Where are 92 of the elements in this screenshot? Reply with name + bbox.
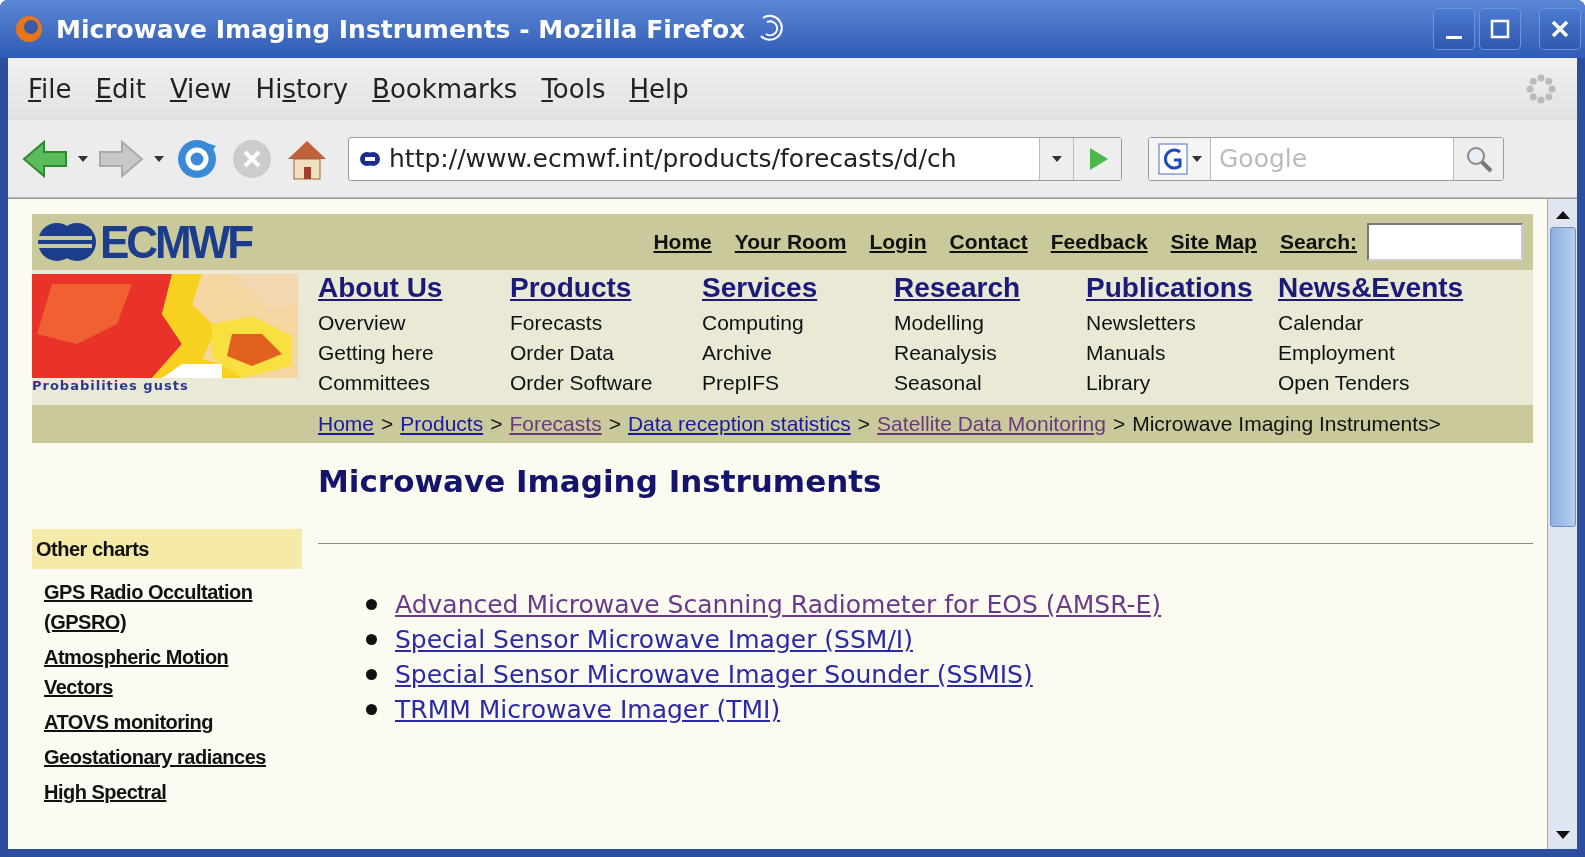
site-search-field[interactable] bbox=[1367, 223, 1523, 261]
breadcrumb-separator: > bbox=[490, 412, 503, 436]
breadcrumb-link[interactable]: Satellite Data Monitoring bbox=[877, 412, 1106, 436]
nav-heading-link[interactable]: About Us bbox=[318, 272, 510, 304]
top-link[interactable]: Home bbox=[653, 230, 712, 254]
site-icon bbox=[359, 150, 381, 167]
google-g-icon bbox=[1157, 142, 1188, 175]
nav-link[interactable]: Seasonal bbox=[894, 368, 1086, 398]
nav-link[interactable]: Overview bbox=[318, 308, 510, 338]
caret-icon[interactable] bbox=[1191, 154, 1202, 163]
breadcrumb-link[interactable]: Products bbox=[400, 412, 484, 436]
scroll-thumb[interactable] bbox=[1549, 227, 1576, 527]
maximize-button[interactable] bbox=[1479, 8, 1521, 50]
nav-link[interactable]: Computing bbox=[702, 308, 894, 338]
sidebar-link[interactable]: Atmospheric Motion Vectors bbox=[44, 642, 282, 702]
top-link[interactable]: Feedback bbox=[1050, 230, 1148, 254]
url-field[interactable]: http://www.ecmwf.int/products/forecasts/d/ch bbox=[348, 136, 1122, 181]
nav-link[interactable]: Order Software bbox=[510, 368, 702, 398]
window-title: Microwave Imaging Instruments - Mozilla Firefox bbox=[56, 14, 746, 44]
close-icon bbox=[1550, 19, 1570, 39]
instrument-link[interactable]: Special Sensor Microwave Imager (SSM/I) bbox=[395, 625, 913, 654]
caret-icon[interactable] bbox=[78, 154, 88, 163]
firefox-icon bbox=[14, 14, 44, 44]
menu-item[interactable]: Bookmarks bbox=[372, 74, 518, 104]
nav-link[interactable]: Order Data bbox=[510, 338, 702, 368]
breadcrumb-link[interactable]: Home bbox=[318, 412, 375, 436]
search-field[interactable]: Google bbox=[1211, 143, 1453, 174]
scrollbar[interactable] bbox=[1547, 199, 1577, 849]
nav-link[interactable]: Manuals bbox=[1086, 338, 1278, 368]
caret-icon[interactable] bbox=[154, 154, 164, 163]
nav-link[interactable]: Reanalysis bbox=[894, 338, 1086, 368]
bullet-icon bbox=[366, 704, 377, 715]
nav-link[interactable]: Getting here bbox=[318, 338, 510, 368]
menu-item[interactable]: History bbox=[255, 74, 349, 104]
instrument-link[interactable]: TRMM Microwave Imager (TMI) bbox=[395, 695, 781, 724]
logo-mark-icon bbox=[36, 221, 98, 263]
back-arrow-icon[interactable] bbox=[22, 138, 68, 179]
sidebar-link[interactable]: GPS Radio Occultation (GPSRO) bbox=[44, 577, 282, 637]
breadcrumb-separator: > bbox=[381, 412, 394, 436]
nav-link[interactable]: Calendar bbox=[1278, 308, 1470, 338]
top-link[interactable]: Contact bbox=[949, 230, 1028, 254]
instrument-link[interactable]: Special Sensor Microwave Imager Sounder (SSMIS) bbox=[395, 660, 1033, 689]
nav-link[interactable]: Forecasts bbox=[510, 308, 702, 338]
nav-link[interactable]: Open Tenders bbox=[1278, 368, 1470, 398]
menu-item[interactable]: Help bbox=[629, 74, 689, 104]
minimize-button[interactable] bbox=[1433, 8, 1475, 50]
top-link[interactable]: Login bbox=[869, 230, 927, 254]
search-engine-button[interactable] bbox=[1149, 137, 1211, 180]
breadcrumb-link[interactable]: Data reception statistics bbox=[627, 412, 851, 436]
nav-link[interactable]: Committees bbox=[318, 368, 510, 398]
search-box[interactable]: Google bbox=[1148, 136, 1504, 181]
nav-link[interactable]: Modelling bbox=[894, 308, 1086, 338]
nav-heading-link[interactable]: Services bbox=[702, 272, 894, 304]
search-label: Search: bbox=[1279, 230, 1357, 254]
nav-link[interactable]: Newsletters bbox=[1086, 308, 1278, 338]
page-heading: Microwave Imaging Instruments bbox=[318, 463, 883, 499]
nav-heading-link[interactable]: Research bbox=[894, 272, 1086, 304]
bullet-icon bbox=[366, 669, 377, 680]
sidebar-link[interactable]: ATOVS monitoring bbox=[44, 707, 282, 737]
minimize-icon bbox=[1446, 35, 1462, 39]
nav-link[interactable]: Library bbox=[1086, 368, 1278, 398]
menu-item[interactable]: View bbox=[169, 74, 232, 104]
search-button[interactable] bbox=[1453, 137, 1503, 180]
sidebar-link[interactable]: Geostationary radiances bbox=[44, 742, 282, 772]
throbber-icon bbox=[1525, 73, 1557, 105]
sidebar-title: Other charts bbox=[32, 529, 302, 569]
map-caption[interactable]: Probabilities gusts bbox=[32, 378, 302, 393]
breadcrumb-separator: > bbox=[857, 412, 871, 436]
bullet-icon bbox=[366, 599, 377, 610]
top-link[interactable]: Your Room bbox=[734, 230, 847, 254]
close-button[interactable] bbox=[1539, 8, 1581, 50]
nav-link[interactable]: Employment bbox=[1278, 338, 1470, 368]
menu-item[interactable]: File bbox=[28, 74, 72, 104]
menu-item[interactable]: Edit bbox=[95, 74, 146, 104]
breadcrumb-separator: > bbox=[1112, 412, 1126, 436]
menu-item[interactable]: Tools bbox=[541, 74, 606, 104]
sidebar-link[interactable]: High Spectral bbox=[44, 777, 282, 807]
nav-heading-link[interactable]: Publications bbox=[1086, 272, 1278, 304]
search-icon bbox=[1464, 144, 1493, 173]
nav-heading-link[interactable]: News&Events bbox=[1278, 272, 1470, 304]
nav-link[interactable]: Archive bbox=[702, 338, 894, 368]
breadcrumb-link[interactable]: Forecasts bbox=[509, 412, 602, 436]
site-logo[interactable]: ECMWF bbox=[100, 215, 252, 269]
nav-link[interactable]: PrepIFS bbox=[702, 368, 894, 398]
nav-heading-link[interactable]: Products bbox=[510, 272, 702, 304]
bullet-icon bbox=[366, 634, 377, 645]
top-link[interactable]: Site Map bbox=[1170, 230, 1257, 254]
breadcrumb-current: Microwave Imaging Instruments> bbox=[1132, 412, 1441, 436]
breadcrumb-separator: > bbox=[608, 412, 621, 436]
caret-icon[interactable] bbox=[1051, 154, 1062, 163]
instrument-link[interactable]: Advanced Microwave Scanning Radiometer for EOS (AMSR-E) bbox=[395, 590, 1162, 619]
maximize-icon bbox=[1490, 19, 1510, 39]
